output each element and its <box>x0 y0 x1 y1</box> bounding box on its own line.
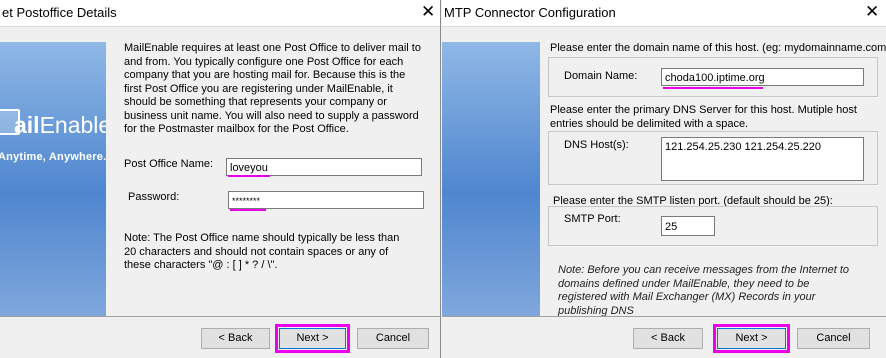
back-button[interactable]: < Back <box>201 328 270 349</box>
highlight-underline <box>230 209 266 211</box>
postoffice-name-input[interactable]: loveyou <box>226 158 422 176</box>
intro-text: MailEnable requires at least one Post Of… <box>124 42 421 135</box>
close-icon[interactable]: ✕ <box>865 2 879 22</box>
cancel-button[interactable]: Cancel <box>797 328 870 349</box>
button-bar-divider <box>442 316 886 317</box>
domain-prompt: Please enter the domain name of this hos… <box>550 42 886 54</box>
cancel-button[interactable]: Cancel <box>357 328 429 349</box>
next-button[interactable]: Next > <box>713 324 790 353</box>
smtp-port-label: SMTP Port: <box>564 213 621 225</box>
dns-hosts-input[interactable]: 121.254.25.230 121.254.25.220 <box>661 137 864 181</box>
dns-prompt: Please enter the primary DNS Server for … <box>550 104 857 130</box>
smtp-port-input[interactable]: 25 <box>661 216 715 236</box>
domain-name-input[interactable]: choda100.iptime.org <box>661 68 864 86</box>
button-bar-divider <box>0 316 440 317</box>
back-button[interactable]: < Back <box>633 328 703 349</box>
domain-name-label: Domain Name: <box>564 70 638 82</box>
postoffice-details-dialog: et Postoffice Details ✕ ailEnable Anytim… <box>0 0 441 358</box>
mailenable-banner: ailEnable Anytime, Anywhere. <box>0 42 106 316</box>
next-button[interactable]: Next > <box>275 324 350 353</box>
mx-records-note: Note: Before you can receive messages fr… <box>558 264 850 317</box>
tagline: Anytime, Anywhere. <box>0 151 106 163</box>
dns-hosts-label: DNS Host(s): <box>564 139 629 151</box>
dialog-title: MTP Connector Configuration <box>444 5 616 20</box>
postoffice-note: Note: The Post Office name should typica… <box>124 232 400 271</box>
title-bar: MTP Connector Configuration ✕ <box>442 0 886 27</box>
mailenable-banner <box>442 42 540 316</box>
dialog-title: et Postoffice Details <box>2 5 117 20</box>
password-input[interactable]: ******** <box>228 191 424 209</box>
smtp-connector-dialog: MTP Connector Configuration ✕ Please ent… <box>442 0 886 358</box>
highlight-underline <box>663 87 763 89</box>
highlight-underline <box>228 175 270 177</box>
postoffice-name-label: Post Office Name: <box>124 158 214 170</box>
close-icon[interactable]: ✕ <box>421 2 435 22</box>
mailenable-logo: ailEnable <box>14 112 106 138</box>
password-label: Password: <box>128 191 180 203</box>
title-bar: et Postoffice Details ✕ <box>0 0 440 27</box>
